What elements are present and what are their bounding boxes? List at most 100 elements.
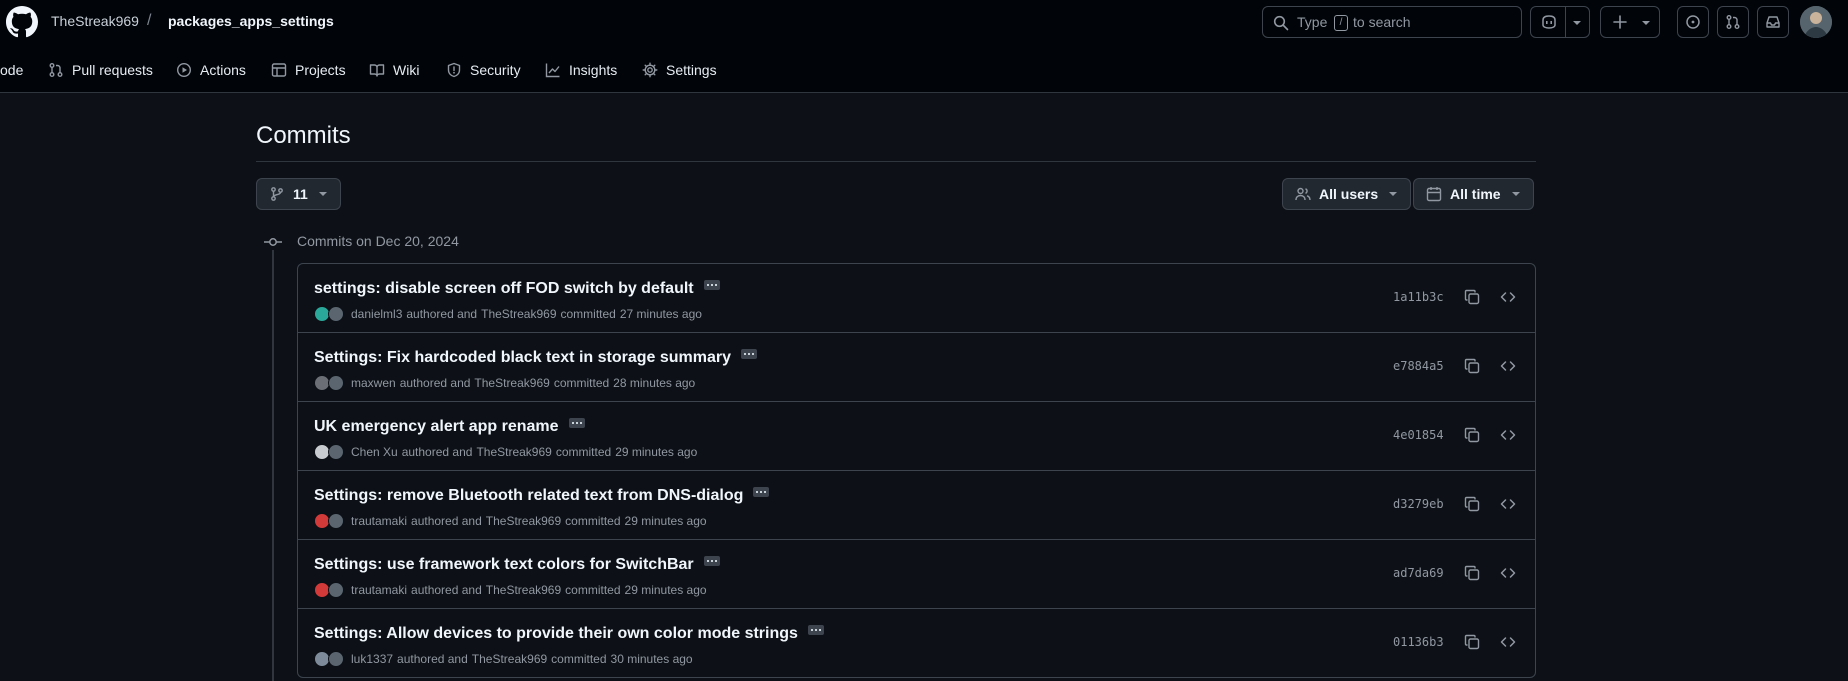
committer-avatar[interactable] bbox=[328, 375, 344, 391]
tab-security[interactable]: Security bbox=[446, 48, 521, 92]
app-header: TheStreak969 / packages_apps_settings Ty… bbox=[0, 0, 1848, 93]
commit-committer[interactable]: TheStreak969 bbox=[472, 652, 547, 666]
gear-icon bbox=[642, 62, 658, 78]
commit-list: settings: disable screen off FOD switch … bbox=[297, 263, 1536, 678]
copy-icon[interactable] bbox=[1464, 565, 1480, 581]
copy-icon[interactable] bbox=[1464, 358, 1480, 374]
commit-sha[interactable]: 4e01854 bbox=[1393, 428, 1444, 442]
expand-message-button[interactable] bbox=[703, 279, 720, 290]
time-filter-button[interactable]: All time bbox=[1413, 178, 1534, 210]
authored-text: authored and bbox=[411, 583, 482, 597]
branch-selector-button[interactable]: 11 bbox=[256, 178, 341, 210]
search-shortcut-key: / bbox=[1334, 15, 1348, 31]
tab-insights[interactable]: Insights bbox=[545, 48, 617, 92]
copy-icon[interactable] bbox=[1464, 289, 1480, 305]
avatar-stack bbox=[314, 513, 348, 529]
copy-icon[interactable] bbox=[1464, 634, 1480, 650]
search-icon bbox=[1273, 15, 1289, 31]
browse-code-icon[interactable] bbox=[1500, 634, 1516, 650]
issues-button[interactable] bbox=[1677, 6, 1709, 38]
tab-wiki[interactable]: Wiki bbox=[369, 48, 419, 92]
tab-label: Insights bbox=[569, 62, 618, 78]
create-new-button[interactable] bbox=[1600, 6, 1660, 38]
shield-icon bbox=[447, 62, 461, 78]
tab-pull-requests[interactable]: Pull requests bbox=[48, 48, 153, 92]
commit-committer[interactable]: TheStreak969 bbox=[486, 583, 561, 597]
commit-author[interactable]: trautamaki bbox=[351, 583, 407, 597]
chevron-down-icon bbox=[1642, 21, 1650, 25]
commit-committer[interactable]: TheStreak969 bbox=[474, 376, 549, 390]
commit-author[interactable]: luk1337 bbox=[351, 652, 393, 666]
commit-title-link[interactable]: Settings: Allow devices to provide their… bbox=[314, 625, 798, 642]
tab-actions[interactable]: Actions bbox=[176, 48, 246, 92]
users-filter-label: All users bbox=[1319, 186, 1379, 202]
commit-committer[interactable]: TheStreak969 bbox=[486, 514, 561, 528]
breadcrumb-repo[interactable]: packages_apps_settings bbox=[168, 10, 334, 32]
copy-icon[interactable] bbox=[1464, 496, 1480, 512]
browse-code-icon[interactable] bbox=[1500, 565, 1516, 581]
commit-author[interactable]: trautamaki bbox=[351, 514, 407, 528]
committer-avatar[interactable] bbox=[328, 444, 344, 460]
tab-label: ode bbox=[0, 62, 24, 78]
plus-icon bbox=[1613, 15, 1627, 29]
commit-title-link[interactable]: settings: disable screen off FOD switch … bbox=[314, 280, 694, 297]
commit-title-link[interactable]: Settings: remove Bluetooth related text … bbox=[314, 487, 743, 504]
search-input[interactable]: Type / to search bbox=[1262, 6, 1522, 38]
copilot-button[interactable] bbox=[1530, 6, 1590, 38]
committed-text: committed bbox=[555, 445, 612, 459]
committer-avatar[interactable] bbox=[328, 651, 344, 667]
committed-text: committed bbox=[560, 307, 616, 321]
tab-settings[interactable]: Settings bbox=[642, 48, 717, 92]
people-icon bbox=[1295, 187, 1311, 201]
tab-label: Projects bbox=[295, 62, 346, 78]
browse-code-icon[interactable] bbox=[1500, 496, 1516, 512]
commit-committer[interactable]: TheStreak969 bbox=[481, 307, 556, 321]
tab-projects[interactable]: Projects bbox=[271, 48, 346, 92]
commit-sha[interactable]: e7884a5 bbox=[1393, 359, 1444, 373]
tab-label: Security bbox=[470, 62, 521, 78]
browse-code-icon[interactable] bbox=[1500, 427, 1516, 443]
avatar-stack bbox=[314, 651, 348, 667]
committer-avatar[interactable] bbox=[328, 306, 344, 322]
commit-title-link[interactable]: Settings: Fix hardcoded black text in st… bbox=[314, 349, 731, 366]
commit-row: Settings: remove Bluetooth related text … bbox=[298, 471, 1535, 540]
commit-sha[interactable]: 01136b3 bbox=[1393, 635, 1444, 649]
tab-code[interactable]: ode bbox=[0, 48, 23, 92]
commit-committer[interactable]: TheStreak969 bbox=[476, 445, 551, 459]
expand-message-button[interactable] bbox=[741, 348, 757, 359]
commit-time: 28 minutes ago bbox=[613, 376, 696, 390]
calendar-icon bbox=[1426, 187, 1442, 202]
play-icon bbox=[176, 62, 192, 78]
expand-message-button[interactable] bbox=[807, 624, 824, 635]
browse-code-icon[interactable] bbox=[1500, 289, 1516, 305]
commit-row: Settings: use framework text colors for … bbox=[298, 540, 1535, 609]
browse-code-icon[interactable] bbox=[1500, 358, 1516, 374]
commit-title-link[interactable]: UK emergency alert app rename bbox=[314, 418, 559, 435]
commit-sha[interactable]: 1a11b3c bbox=[1393, 290, 1444, 304]
committer-avatar[interactable] bbox=[328, 513, 344, 529]
breadcrumb-owner[interactable]: TheStreak969 bbox=[51, 10, 139, 32]
issue-icon bbox=[1686, 15, 1700, 29]
chevron-down-icon bbox=[1573, 21, 1581, 25]
pull-requests-button[interactable] bbox=[1717, 6, 1749, 38]
commit-time: 29 minutes ago bbox=[624, 514, 707, 528]
user-avatar[interactable] bbox=[1800, 6, 1832, 38]
users-filter-button[interactable]: All users bbox=[1282, 178, 1412, 210]
expand-message-button[interactable] bbox=[703, 555, 720, 566]
committer-avatar[interactable] bbox=[328, 582, 344, 598]
expand-message-button[interactable] bbox=[753, 486, 770, 497]
github-logo-icon[interactable] bbox=[6, 6, 38, 38]
expand-message-button[interactable] bbox=[568, 417, 585, 428]
commit-author[interactable]: maxwen bbox=[351, 376, 396, 390]
copilot-icon bbox=[1542, 15, 1556, 29]
commit-row: settings: disable screen off FOD switch … bbox=[298, 264, 1535, 333]
inbox-button[interactable] bbox=[1757, 6, 1789, 38]
commit-author[interactable]: danielml3 bbox=[351, 307, 402, 321]
branch-label: 11 bbox=[293, 186, 308, 202]
commit-title-link[interactable]: Settings: use framework text colors for … bbox=[314, 556, 694, 573]
commit-author[interactable]: Chen Xu bbox=[351, 445, 398, 459]
commit-row: Settings: Allow devices to provide their… bbox=[298, 609, 1535, 677]
copy-icon[interactable] bbox=[1464, 427, 1480, 443]
commit-sha[interactable]: ad7da69 bbox=[1393, 566, 1444, 580]
commit-sha[interactable]: d3279eb bbox=[1393, 497, 1444, 511]
